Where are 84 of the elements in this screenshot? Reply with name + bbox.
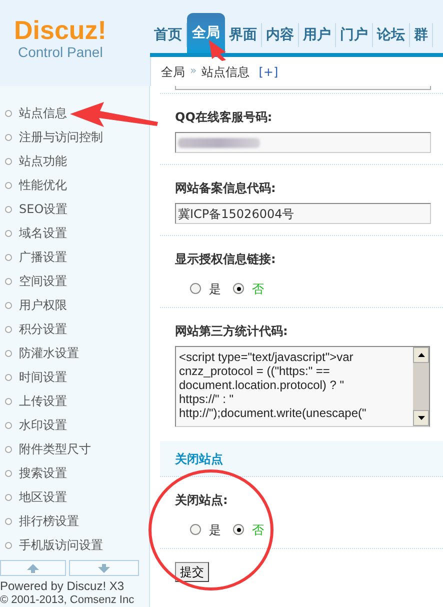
breadcrumb-item: 站点信息	[202, 64, 250, 80]
sidebar-item[interactable]: 附件类型尺寸	[19, 440, 91, 458]
nav-tab[interactable]: 界面	[225, 23, 262, 47]
logo-subtitle: Control Panel	[17, 44, 104, 60]
sidebar-item[interactable]: 上传设置	[19, 392, 67, 410]
up-triangle-icon	[418, 353, 424, 357]
bullet-icon	[5, 158, 12, 164]
bullet-icon	[5, 134, 12, 140]
sidebar-item[interactable]: 注册与访问控制	[19, 128, 103, 146]
up-arrow-icon	[27, 564, 39, 572]
sidebar-item[interactable]: 手机版访问设置	[19, 536, 103, 554]
nav-tab[interactable]: 内容	[262, 23, 299, 47]
section-title: 关闭站点	[174, 450, 223, 468]
down-arrow-icon	[98, 564, 110, 572]
sidebar-item[interactable]: 空间设置	[19, 272, 67, 290]
breadcrumb-item[interactable]: 全局	[161, 62, 185, 80]
sidebar-item[interactable]: 广播设置	[19, 248, 67, 266]
nav-tab[interactable]: 全局	[187, 13, 225, 53]
nav-tab[interactable]: 论坛	[373, 23, 410, 47]
bullet-icon	[5, 542, 12, 548]
input-field[interactable]: 冀ICP备15026004号	[175, 203, 431, 224]
bullet-icon	[5, 326, 12, 332]
down-triangle-icon	[418, 416, 424, 420]
breadcrumb-separator: »	[190, 63, 197, 80]
sidebar-item[interactable]: 性能优化	[19, 176, 67, 194]
code-line: <script type="text/javascript">var	[179, 350, 354, 364]
bullet-icon	[5, 422, 12, 428]
sidebar-item[interactable]: 防灌水设置	[19, 344, 79, 362]
sidebar-item[interactable]: 用户权限	[19, 296, 67, 314]
bullet-icon	[5, 206, 12, 212]
bullet-icon	[5, 278, 12, 284]
bullet-icon	[5, 110, 12, 116]
annotation-arrow	[209, 40, 226, 61]
bullet-icon	[5, 518, 12, 524]
bullet-icon	[5, 254, 12, 260]
radio-label: 否	[252, 522, 264, 538]
field-label: 网站第三方统计代码:	[174, 323, 289, 340]
sidebar-item[interactable]: 搜索设置	[19, 464, 67, 482]
radio-label: 是	[209, 280, 221, 298]
sidebar-item[interactable]: 水印设置	[19, 416, 67, 434]
scroll-up-button[interactable]	[413, 347, 429, 363]
code-line: document.location.protocol) ? "	[179, 378, 346, 392]
radio-label: 否	[252, 280, 264, 298]
bullet-icon	[5, 302, 12, 308]
code-line: https://" : "	[179, 392, 235, 406]
radio-button[interactable]	[190, 283, 201, 294]
field-label: 显示授权信息链接:	[174, 251, 277, 268]
nav-tab[interactable]: 门户	[336, 23, 373, 47]
sidebar-item[interactable]: 积分设置	[19, 320, 67, 338]
sidebar-item[interactable]: 域名设置	[19, 224, 67, 242]
bullet-icon	[5, 494, 12, 500]
radio-button[interactable]	[233, 283, 244, 294]
powered-by-text: Powered by Discuz! X3	[0, 578, 126, 594]
input-field[interactable]	[175, 86, 431, 90]
submit-button[interactable]: 提交	[175, 562, 209, 582]
code-line: http://");document.write(unescape("	[179, 406, 368, 420]
bullet-icon	[5, 230, 12, 236]
bullet-icon	[5, 182, 12, 188]
radio-label: 是	[209, 522, 221, 538]
code-line: cnzz_protocol = (("https:" ==	[179, 364, 331, 378]
radio-button[interactable]	[190, 524, 201, 535]
scroll-down-button[interactable]	[413, 410, 429, 426]
input-field[interactable]	[175, 132, 431, 153]
field-label: 关闭站点:	[174, 492, 229, 509]
nav-tab[interactable]: 群	[410, 23, 433, 47]
sidebar-item[interactable]: 时间设置	[19, 368, 67, 386]
bullet-icon	[5, 350, 12, 356]
copyright-text: © 2001-2013, Comsenz Inc	[0, 594, 136, 607]
sidebar-item[interactable]: 站点信息	[19, 104, 67, 122]
bullet-icon	[5, 374, 12, 380]
field-label: QQ在线客服号码:	[174, 109, 274, 126]
nav-tab[interactable]: 用户	[299, 23, 336, 47]
add-shortcut-link[interactable]: [+]	[258, 62, 278, 80]
bullet-icon	[5, 446, 12, 452]
field-label: 网站备案信息代码:	[174, 180, 277, 197]
sidebar-item[interactable]: 排行榜设置	[19, 512, 79, 530]
radio-button[interactable]	[233, 524, 244, 535]
sidebar-item[interactable]: 站点功能	[19, 152, 67, 170]
sidebar-item[interactable]: SEO设置	[19, 200, 68, 218]
sidebar-item[interactable]: 地区设置	[19, 488, 67, 506]
bullet-icon	[5, 398, 12, 404]
bullet-icon	[5, 470, 12, 476]
logo: Discuz!	[14, 16, 108, 44]
code-textarea[interactable]: <script type="text/javascript">var cnzz_protocol = (("https:" == document.location.protocol) ? " https://" : " http://");document.write(unescape("	[175, 346, 430, 427]
